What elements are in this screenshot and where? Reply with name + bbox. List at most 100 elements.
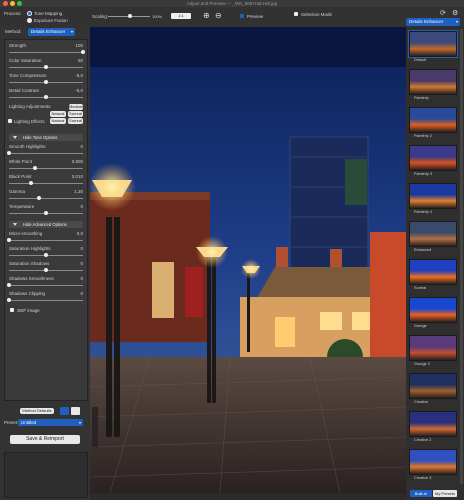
lighting-adjustments-label: Lighting Adjustments — [9, 104, 51, 109]
tone-value[interactable]: 0,010 — [72, 174, 83, 179]
adv-value[interactable]: 0,0 — [77, 231, 83, 236]
tab-built-in[interactable]: Built-In — [410, 490, 432, 497]
preset-thumbnail[interactable] — [409, 107, 457, 133]
preset-thumbnail-caption: Default — [414, 58, 427, 62]
lighting-effects-checkbox[interactable] — [8, 119, 12, 123]
preset-thumbnail[interactable] — [409, 411, 457, 437]
tone-slider-track[interactable] — [9, 211, 83, 215]
main-slider-track[interactable] — [9, 80, 83, 84]
image-360-checkbox[interactable] — [10, 308, 14, 312]
main-slider-knob[interactable] — [44, 65, 48, 69]
tone-options-header[interactable]: Hide Tone Options — [9, 134, 83, 141]
tone-value[interactable]: 0 — [80, 204, 83, 209]
adv-label: Micro-smoothing — [9, 231, 43, 236]
adv-slider-knob[interactable] — [7, 238, 11, 242]
adv-slider-track[interactable] — [7, 283, 83, 287]
refresh-icon[interactable]: ⟳ — [440, 9, 446, 17]
adv-value[interactable]: 0 — [80, 246, 83, 251]
lighting-natural-button[interactable]: Natural — [50, 111, 66, 117]
scaling-slider[interactable] — [108, 14, 150, 18]
advanced-options-header[interactable]: Hide Advanced Options — [9, 221, 83, 228]
preset-thumbnail-caption: Enhanced — [414, 248, 432, 252]
main-slider-knob[interactable] — [44, 80, 48, 84]
tone-value[interactable]: 1,30 — [74, 189, 83, 194]
tab-my-presets[interactable]: My Presets — [433, 490, 457, 497]
preset-load-icon[interactable] — [71, 407, 80, 415]
tone-slider-knob[interactable] — [36, 196, 41, 200]
preset-thumbnail[interactable] — [409, 449, 457, 475]
lighting-surreal-button[interactable]: Surreal — [68, 111, 83, 117]
tone-slider-knob[interactable] — [7, 151, 11, 155]
adv-slider-track[interactable] — [7, 238, 83, 242]
main-value[interactable]: -5,0 — [75, 88, 83, 93]
selection-mode-label: Selection Mode — [301, 11, 333, 17]
preset-save-icon[interactable] — [60, 407, 69, 415]
adv-slider-knob[interactable] — [44, 268, 48, 272]
radio-tone-mapping[interactable] — [27, 11, 32, 16]
adv-slider-track[interactable] — [9, 268, 83, 272]
preset-dropdown[interactable]: Untitled — [18, 419, 83, 426]
main-slider-track[interactable] — [9, 65, 83, 69]
preview-checkbox[interactable] — [240, 14, 244, 18]
tone-slider-knob[interactable] — [29, 181, 34, 185]
main-slider-track[interactable] — [9, 95, 83, 99]
tone-label: Temperature — [9, 204, 35, 209]
adv-slider-knob[interactable] — [7, 283, 11, 287]
main-label: Color Saturation — [9, 58, 42, 63]
settings-gear-icon[interactable]: ⚙ — [452, 9, 458, 17]
tone-label: Black Point — [9, 174, 32, 179]
main-value[interactable]: -5,0 — [75, 73, 83, 78]
selection-mode-checkbox[interactable] — [294, 12, 298, 16]
main-value[interactable]: 100 — [75, 43, 83, 48]
tone-slider-knob[interactable] — [44, 211, 48, 215]
main-slider-knob[interactable] — [44, 95, 48, 99]
tone-slider-knob[interactable] — [32, 166, 37, 170]
main-slider-track[interactable] — [9, 50, 85, 54]
preset-thumbnail-caption: Grunge — [414, 324, 427, 328]
method-defaults-button[interactable]: Method Defaults — [20, 408, 54, 414]
preset-thumbnail[interactable] — [409, 335, 457, 361]
lighting-surreal-plus-button[interactable]: Surreal + — [68, 118, 83, 129]
presets-scrollbar[interactable] — [460, 29, 463, 484]
adv-slider-track[interactable] — [9, 253, 83, 257]
tone-label: White Point — [9, 159, 33, 164]
tone-slider-track[interactable] — [7, 151, 83, 155]
tone-slider-track[interactable] — [9, 181, 83, 185]
preset-thumbnail[interactable] — [409, 145, 457, 171]
tone-slider-track[interactable] — [9, 196, 83, 200]
image-preview[interactable] — [90, 27, 406, 493]
main-slider-knob[interactable] — [81, 50, 85, 54]
preset-thumbnail[interactable] — [409, 259, 457, 285]
preset-thumbnail[interactable] — [409, 183, 457, 209]
preset-thumbnail[interactable] — [409, 297, 457, 323]
method-dropdown[interactable]: Details Enhancer — [28, 28, 75, 36]
adv-value[interactable]: 0 — [80, 276, 83, 281]
tone-value[interactable]: 0,500 — [72, 159, 83, 164]
tone-label: Gamma — [9, 189, 26, 194]
preset-thumbnail[interactable] — [409, 221, 457, 247]
lighting-medium-button[interactable]: Medium — [69, 104, 83, 110]
scaling-slider-knob[interactable] — [128, 14, 132, 18]
scaling-label: Scaling: — [92, 14, 109, 19]
adv-label: Saturation Shadows — [9, 261, 50, 266]
tone-value[interactable]: 0 — [80, 144, 83, 149]
adv-slider-knob[interactable] — [44, 253, 48, 257]
adv-value[interactable]: 0 — [80, 261, 83, 266]
radio-exposure-fusion[interactable] — [27, 18, 32, 23]
histogram-area — [4, 452, 88, 498]
adv-slider-track[interactable] — [7, 298, 83, 302]
save-reimport-button[interactable]: Save & Reimport — [10, 435, 80, 444]
presets-dropdown[interactable]: Details Enhancer — [406, 18, 460, 26]
tone-slider-track[interactable] — [9, 166, 83, 170]
zoom-out-icon[interactable]: ⊖ — [215, 11, 222, 20]
preset-thumbnail[interactable] — [409, 69, 457, 95]
scaling-select[interactable]: 1:1 — [171, 13, 191, 19]
adv-value[interactable]: 0 — [80, 291, 83, 296]
advanced-options-header-label: Hide Advanced Options — [23, 222, 67, 227]
preset-thumbnail[interactable] — [409, 373, 457, 399]
main-value[interactable]: 50 — [78, 58, 83, 63]
lighting-natural-plus-button[interactable]: Natural + — [50, 118, 66, 129]
adv-slider-knob[interactable] — [7, 298, 11, 302]
preset-thumbnail[interactable] — [408, 30, 458, 58]
zoom-in-icon[interactable]: ⊕ — [203, 11, 210, 20]
